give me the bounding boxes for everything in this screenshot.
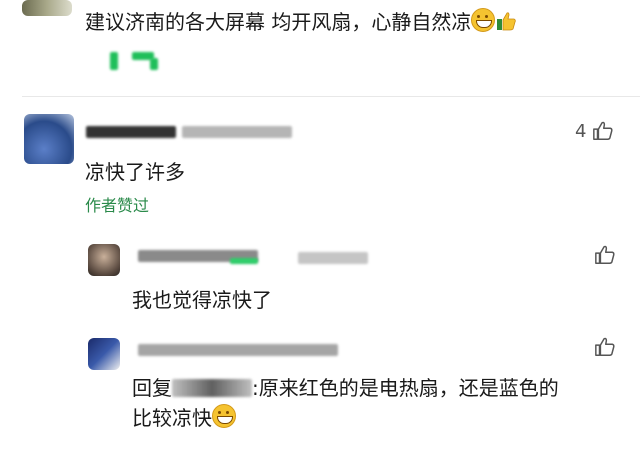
replied-user-redacted[interactable] — [172, 379, 252, 397]
thumbs-up-emoji — [495, 10, 517, 32]
reply1-text: 我也觉得凉快了 — [132, 288, 272, 312]
reply2-body-2: 比较凉快 — [132, 406, 212, 430]
thumbs-up-icon[interactable] — [594, 244, 616, 266]
reply2-line2: 比较凉快 — [132, 402, 236, 431]
grin-emoji — [212, 404, 236, 428]
like-count: 4 — [575, 120, 587, 142]
top-comment-text: 建议济南的各大屏幕 均开风扇，心静自然凉 — [85, 6, 517, 35]
redacted-green-mark — [110, 52, 118, 70]
username-redacted[interactable] — [86, 126, 176, 138]
reply2-line1: 回复 :原来红色的是电热扇，还是蓝色的 — [132, 372, 559, 401]
avatar-top[interactable] — [22, 0, 72, 16]
reply-prefix: 回复 — [132, 376, 172, 400]
avatar-comment1[interactable] — [24, 114, 74, 164]
divider — [22, 96, 640, 97]
location-redacted — [182, 126, 292, 138]
thumbs-up-icon[interactable] — [594, 336, 616, 358]
grin-emoji — [471, 8, 496, 32]
top-comment-body: 建议济南的各大屏幕 均开风扇，心静自然凉 — [85, 10, 472, 34]
reply1-meta-redacted — [298, 252, 368, 264]
redacted-green-mark-3 — [150, 58, 158, 70]
reply2-username-redacted[interactable] — [138, 344, 338, 356]
author-liked-badge: 作者赞过 — [85, 196, 150, 215]
avatar-reply1[interactable] — [88, 244, 120, 276]
thumbs-up-icon[interactable] — [592, 120, 614, 142]
like-group-comment1[interactable]: 4 — [575, 120, 614, 142]
avatar-reply2[interactable] — [88, 338, 120, 370]
comment1-text: 凉快了许多 — [85, 160, 185, 184]
reply1-green-mark — [230, 258, 258, 264]
reply2-body-1: :原来红色的是电热扇，还是蓝色的 — [252, 376, 559, 400]
